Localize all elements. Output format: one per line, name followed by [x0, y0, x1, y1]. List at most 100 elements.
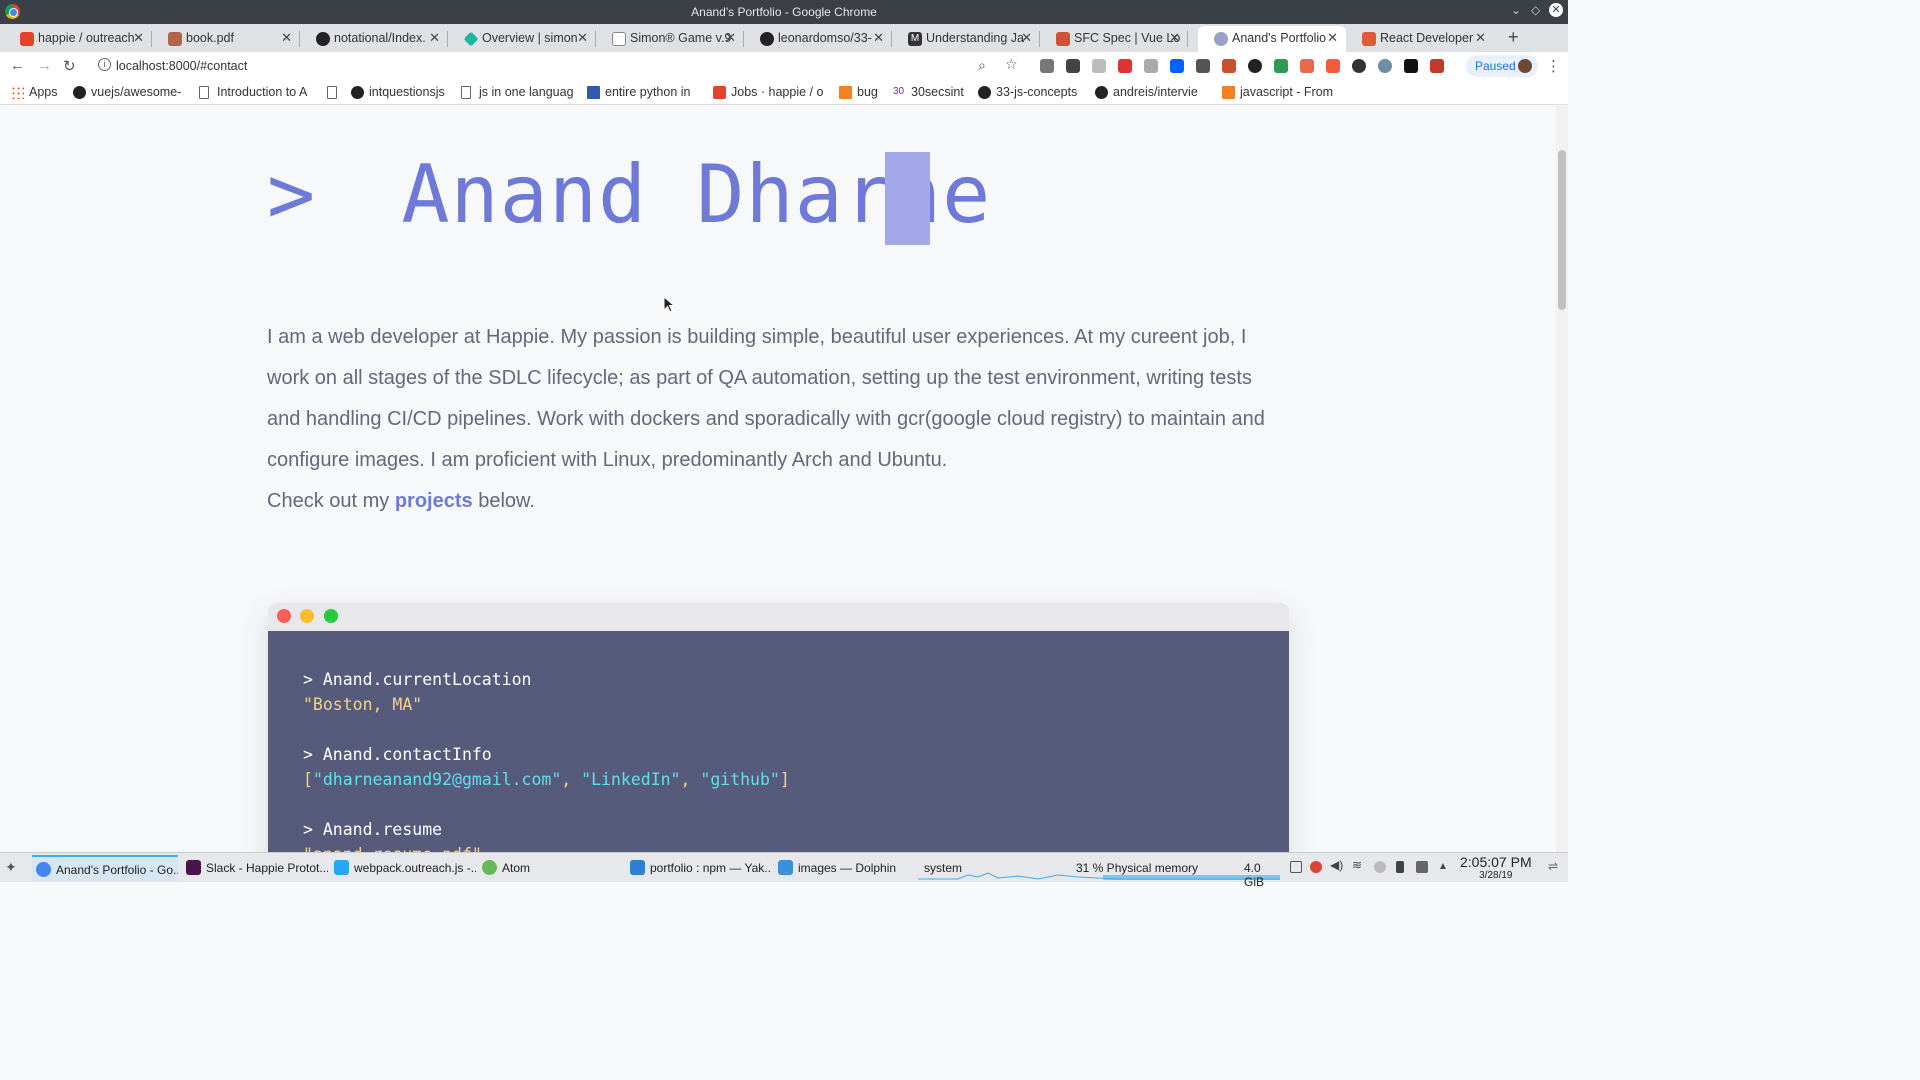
task-chrome[interactable]: Anand's Portfolio - Go...	[32, 855, 178, 881]
vue-devtools-icon[interactable]	[1040, 59, 1054, 73]
scrollbar-thumb[interactable]	[1558, 150, 1566, 310]
task-slack[interactable]: Slack - Happie Protot...	[182, 855, 328, 881]
tab-happie-outreach[interactable]: happie / outreach ✕	[4, 26, 152, 52]
github-link[interactable]: "github"	[700, 770, 779, 789]
bookmark-apps[interactable]: Apps	[11, 85, 58, 99]
linkedin-link[interactable]: "LinkedIn"	[581, 770, 680, 789]
tab-notational[interactable]: notational/Index. ✕	[300, 26, 448, 52]
tab-simon-game[interactable]: Simon® Game v.9 ✕	[596, 26, 744, 52]
x-extension-icon[interactable]	[1118, 59, 1132, 73]
extension-icon[interactable]	[1300, 59, 1314, 73]
page-icon	[612, 32, 626, 46]
bookmark-jobs-happie[interactable]: Jobs · happie / o	[713, 85, 823, 99]
bookmark-introduction[interactable]: Introduction to A	[199, 85, 307, 99]
separator: ,	[680, 770, 701, 789]
close-tab-icon[interactable]: ✕	[1169, 30, 1180, 46]
address-bar[interactable]: i localhost:8000/#contact ⌕ ☆	[90, 54, 1030, 78]
tab-overview-simon[interactable]: Overview | simon ✕	[448, 26, 596, 52]
volume-icon[interactable]: ◀)	[1330, 858, 1344, 872]
wifi-icon[interactable]: ≋	[1352, 858, 1364, 872]
bookmark-label: bug	[857, 85, 878, 99]
extension-icon[interactable]	[1352, 59, 1366, 73]
clipboard-icon[interactable]	[1416, 861, 1428, 873]
avatar	[1518, 59, 1532, 73]
extension-icon[interactable]	[1222, 59, 1236, 73]
task-atom[interactable]: Atom	[478, 855, 624, 881]
page-scrollbar[interactable]	[1556, 106, 1568, 852]
extension-icon[interactable]	[1430, 59, 1444, 73]
close-tab-icon[interactable]: ✕	[1021, 30, 1032, 46]
application-launcher-icon[interactable]: ✦	[5, 859, 21, 875]
forward-icon[interactable]: →	[37, 57, 52, 74]
task-yakuake[interactable]: portfolio : npm — Yak...	[626, 855, 772, 881]
terminal-command: > Anand.contactInfo	[303, 745, 492, 764]
folder-icon	[778, 860, 793, 875]
new-tab-icon[interactable]: +	[1508, 27, 1519, 48]
task-dolphin[interactable]: images — Dolphin	[774, 855, 914, 881]
extension-icon[interactable]	[1196, 59, 1210, 73]
bookmark-javascript-from[interactable]: javascript - From	[1222, 85, 1333, 99]
tab-understanding[interactable]: M Understanding Ja ✕	[892, 26, 1040, 52]
network-grid-icon[interactable]	[1290, 861, 1302, 873]
bookmark-label: js in one languag	[479, 85, 574, 99]
tab-sfc-spec[interactable]: SFC Spec | Vue Lo ✕	[1040, 26, 1188, 52]
tab-leonardomso[interactable]: leonardomso/33- ✕	[744, 26, 892, 52]
user-icon[interactable]	[1374, 861, 1386, 873]
close-tab-icon[interactable]: ✕	[725, 30, 736, 46]
close-tab-icon[interactable]: ✕	[133, 30, 144, 46]
email-link[interactable]: "dharneanand92@gmail.com"	[313, 770, 561, 789]
gitlab-icon	[20, 32, 34, 46]
close-tab-icon[interactable]: ✕	[577, 30, 588, 46]
bookmark-vuejs-awesome[interactable]: vuejs/awesome-	[73, 85, 181, 99]
show-desktop-icon[interactable]: ⇌	[1548, 859, 1560, 873]
bookmark-30secsint[interactable]: 30 30secsint	[893, 85, 964, 99]
tab-react-developer[interactable]: React Developer ✕	[1346, 26, 1494, 52]
projects-link[interactable]: projects	[395, 490, 473, 512]
bookmark-andreis-interview[interactable]: andreis/intervie	[1095, 85, 1198, 99]
reload-icon[interactable]: ↻	[63, 57, 76, 75]
clock[interactable]: 2:05:07 PM 3/28/19	[1460, 854, 1532, 881]
system-monitor-widget[interactable]: system 31 % Physical memory 4.0 GiB	[918, 855, 1280, 889]
bio-text: I am a web developer at Happie. My passi…	[267, 326, 1265, 471]
close-tab-icon[interactable]: ✕	[1475, 30, 1486, 46]
info-icon[interactable]: i	[98, 58, 111, 71]
close-tab-icon[interactable]: ✕	[873, 30, 884, 46]
extension-icon[interactable]	[1092, 59, 1106, 73]
bookmark-intquestionsjs[interactable]: intquestionsjs	[351, 85, 445, 99]
extension-icon[interactable]	[1248, 59, 1262, 73]
resume-link[interactable]: "anand_resume.pdf"	[303, 842, 1289, 852]
dropbox-icon[interactable]	[1170, 59, 1184, 73]
chrome-tray-icon[interactable]	[1310, 861, 1322, 873]
profile-paused-button[interactable]: Paused	[1466, 55, 1538, 77]
extension-icon[interactable]	[1144, 59, 1158, 73]
task-label: Anand's Portfolio - Go...	[56, 863, 178, 877]
bookmark-bug[interactable]: bug	[839, 85, 878, 99]
tab-anands-portfolio[interactable]: Anand's Portfolio ✕	[1198, 26, 1346, 52]
bookmark-star-icon[interactable]: ☆	[1005, 56, 1018, 73]
terminal-close-dot-icon	[277, 609, 291, 623]
extension-icon[interactable]	[1066, 59, 1080, 73]
extension-icon[interactable]	[1326, 59, 1340, 73]
new-extension-icon[interactable]	[1274, 59, 1288, 73]
back-icon[interactable]: ←	[10, 57, 25, 74]
battery-icon[interactable]	[1396, 861, 1404, 873]
zoom-icon[interactable]: ⌕	[978, 57, 986, 74]
tab-book-pdf[interactable]: book.pdf ✕	[152, 26, 300, 52]
bookmark-entire-python[interactable]: entire python in	[587, 85, 690, 99]
close-window-icon[interactable]: ✕	[1549, 3, 1563, 17]
close-tab-icon[interactable]: ✕	[1327, 30, 1338, 46]
extension-icon[interactable]	[1378, 59, 1392, 73]
menu-icon[interactable]: ⋮	[1546, 57, 1561, 75]
bookmark-33-js-concepts[interactable]: 33-js-concepts	[978, 85, 1077, 99]
cta-text: below.	[472, 490, 535, 512]
browser-toolbar: ← → ↻ i localhost:8000/#contact ⌕ ☆ Paus…	[0, 52, 1568, 80]
maximize-icon[interactable]: ◇	[1531, 3, 1540, 17]
vim-icon[interactable]	[1404, 59, 1418, 73]
tray-expand-icon[interactable]: ▲	[1438, 861, 1450, 873]
minimize-icon[interactable]: ⌄	[1511, 3, 1521, 17]
bookmark-js-in-one-language[interactable]: js in one languag	[461, 85, 574, 99]
close-tab-icon[interactable]: ✕	[281, 30, 292, 46]
close-tab-icon[interactable]: ✕	[429, 30, 440, 46]
terminal-icon	[630, 860, 645, 875]
task-vscode[interactable]: webpack.outreach.js -...	[330, 855, 476, 881]
